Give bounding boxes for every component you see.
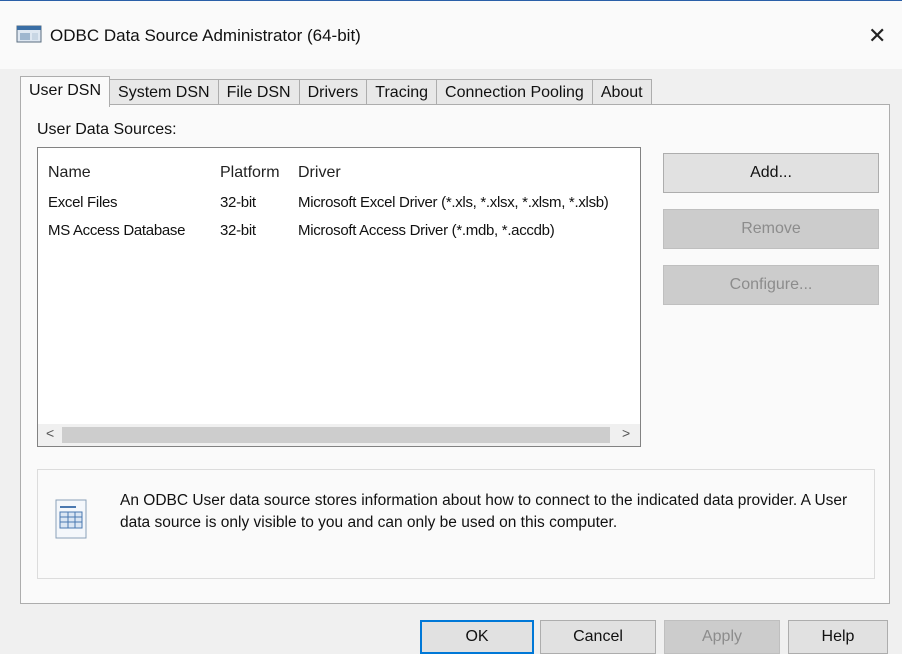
configure-button-label: Configure... bbox=[729, 276, 813, 293]
tab-system-dsn[interactable]: System DSN bbox=[110, 79, 219, 106]
window-title: ODBC Data Source Administrator (64-bit) bbox=[50, 26, 361, 45]
user-dsn-panel: User Data Sources: Name Platform Driver … bbox=[20, 104, 890, 604]
configure-button[interactable]: Configure... bbox=[663, 265, 879, 305]
tab-bar: User DSN System DSN File DSN Drivers Tra… bbox=[20, 76, 652, 107]
row-name: MS Access Database bbox=[48, 222, 186, 239]
apply-button[interactable]: Apply bbox=[664, 620, 780, 654]
app-window-icon bbox=[16, 25, 42, 43]
add-button-label: Add... bbox=[750, 164, 792, 181]
remove-button[interactable]: Remove bbox=[663, 209, 879, 249]
tab-file-dsn[interactable]: File DSN bbox=[218, 79, 300, 106]
cancel-button[interactable]: Cancel bbox=[540, 620, 656, 654]
add-button[interactable]: Add... bbox=[663, 153, 879, 193]
ok-button[interactable]: OK bbox=[420, 620, 534, 654]
data-source-info-icon bbox=[55, 499, 87, 539]
help-button[interactable]: Help bbox=[788, 620, 888, 654]
row-driver: Microsoft Access Driver (*.mdb, *.accdb) bbox=[298, 222, 555, 239]
cancel-button-label: Cancel bbox=[573, 628, 623, 645]
remove-button-label: Remove bbox=[741, 220, 801, 237]
apply-button-label: Apply bbox=[701, 628, 743, 645]
tab-user-dsn[interactable]: User DSN bbox=[20, 76, 111, 107]
row-platform: 32-bit bbox=[220, 222, 256, 239]
title-bar: ODBC Data Source Administrator (64-bit) … bbox=[0, 0, 902, 69]
info-box: An ODBC User data source stores informat… bbox=[37, 469, 875, 579]
ok-button-label: OK bbox=[465, 628, 489, 645]
row-name: Excel Files bbox=[48, 194, 118, 211]
scroll-left-icon[interactable]: < bbox=[46, 425, 54, 441]
column-header-name[interactable]: Name bbox=[48, 164, 91, 182]
tab-about[interactable]: About bbox=[592, 79, 652, 106]
row-driver: Microsoft Excel Driver (*.xls, *.xlsx, *… bbox=[298, 194, 609, 211]
info-text: An ODBC User data source stores informat… bbox=[120, 492, 848, 531]
close-icon[interactable]: ✕ bbox=[868, 23, 886, 49]
scrollbar-thumb[interactable] bbox=[62, 427, 610, 443]
user-data-sources-label: User Data Sources: bbox=[37, 121, 177, 138]
tab-connection-pooling[interactable]: Connection Pooling bbox=[437, 79, 593, 106]
row-platform: 32-bit bbox=[220, 194, 256, 211]
tab-tracing[interactable]: Tracing bbox=[367, 79, 438, 106]
help-button-label: Help bbox=[821, 628, 855, 645]
data-sources-list[interactable]: Name Platform Driver Excel Files 32-bit … bbox=[37, 147, 641, 447]
tab-drivers[interactable]: Drivers bbox=[299, 79, 368, 106]
column-header-platform[interactable]: Platform bbox=[220, 164, 280, 182]
scroll-right-icon[interactable]: > bbox=[622, 425, 630, 441]
column-header-driver[interactable]: Driver bbox=[298, 164, 341, 182]
horizontal-scrollbar[interactable]: < > bbox=[38, 424, 640, 446]
